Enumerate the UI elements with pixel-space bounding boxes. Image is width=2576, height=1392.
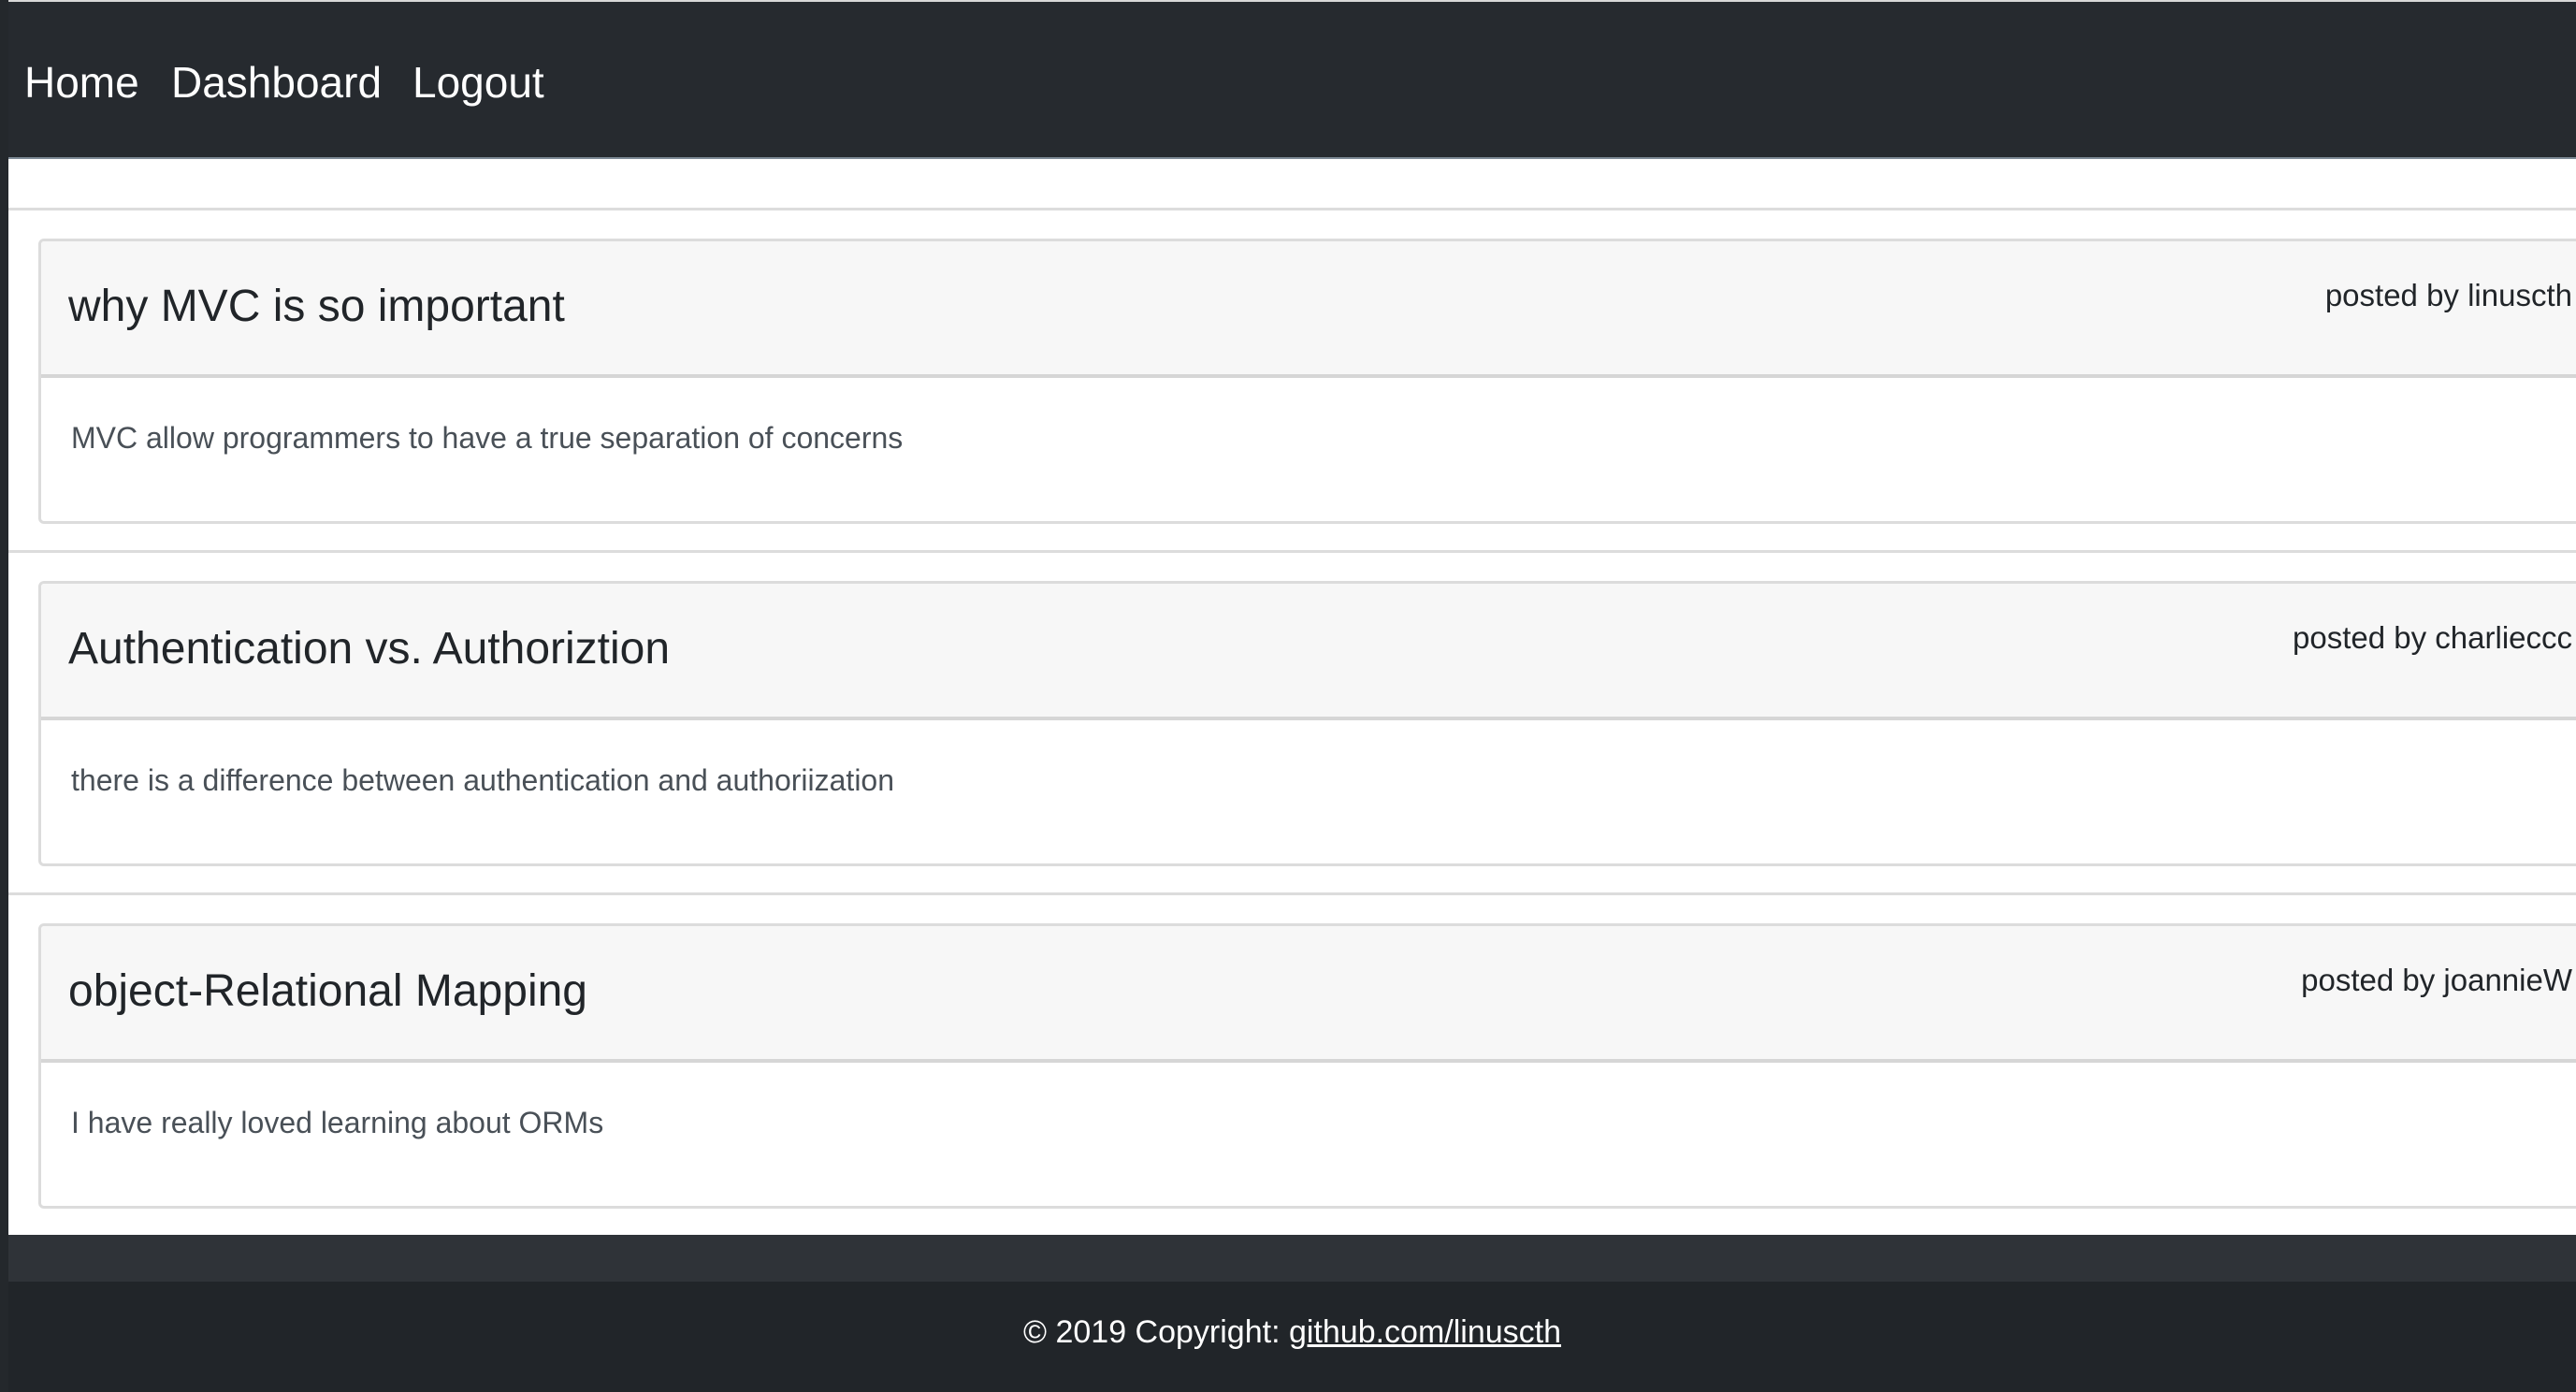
nav-dashboard-link[interactable]: Dashboard <box>171 54 382 110</box>
posts-list: why MVC is so important posted by linusc… <box>8 159 2576 1235</box>
post-body: there is a difference between authentica… <box>71 763 895 797</box>
post-card[interactable]: why MVC is so important posted by linusc… <box>38 239 2576 524</box>
footer-copyright: © 2019 Copyright: github.com/linuscth <box>8 1312 2576 1353</box>
post-author: posted by linuscth <box>2324 278 2572 312</box>
post-author: posted by joannieW <box>2301 963 2572 997</box>
post-item: why MVC is so important posted by linusc… <box>8 208 2576 550</box>
post-body: I have really loved learning about ORMs <box>71 1106 604 1139</box>
post-card-header: Authentication vs. Authoriztion posted b… <box>41 584 2576 720</box>
post-body: MVC allow programmers to have a true sep… <box>71 421 904 455</box>
copyright-text: © 2019 Copyright: <box>1022 1314 1289 1350</box>
post-item: Authentication vs. Authoriztion posted b… <box>8 550 2576 892</box>
github-link[interactable]: github.com/linuscth <box>1289 1314 1561 1350</box>
window-left-edge <box>0 0 8 1392</box>
post-title[interactable]: object-Relational Mapping <box>68 964 587 1020</box>
post-card[interactable]: object-Relational Mapping posted by joan… <box>38 923 2576 1209</box>
post-title[interactable]: Authentication vs. Authoriztion <box>68 621 670 677</box>
post-title[interactable]: why MVC is so important <box>68 279 565 335</box>
post-card[interactable]: Authentication vs. Authoriztion posted b… <box>38 581 2576 866</box>
post-item: object-Relational Mapping posted by joan… <box>8 892 2576 1235</box>
page-footer: © 2019 Copyright: github.com/linuscth <box>8 1282 2576 1392</box>
post-card-header: why MVC is so important posted by linusc… <box>41 241 2576 378</box>
nav-home-link[interactable]: Home <box>24 54 139 110</box>
nav-logout-link[interactable]: Logout <box>412 54 544 110</box>
post-author: posted by charlieccc <box>2293 620 2572 655</box>
top-navbar: Home Dashboard Logout <box>8 0 2576 159</box>
post-card-header: object-Relational Mapping posted by joan… <box>41 926 2576 1063</box>
footer-spacer <box>8 1235 2576 1282</box>
